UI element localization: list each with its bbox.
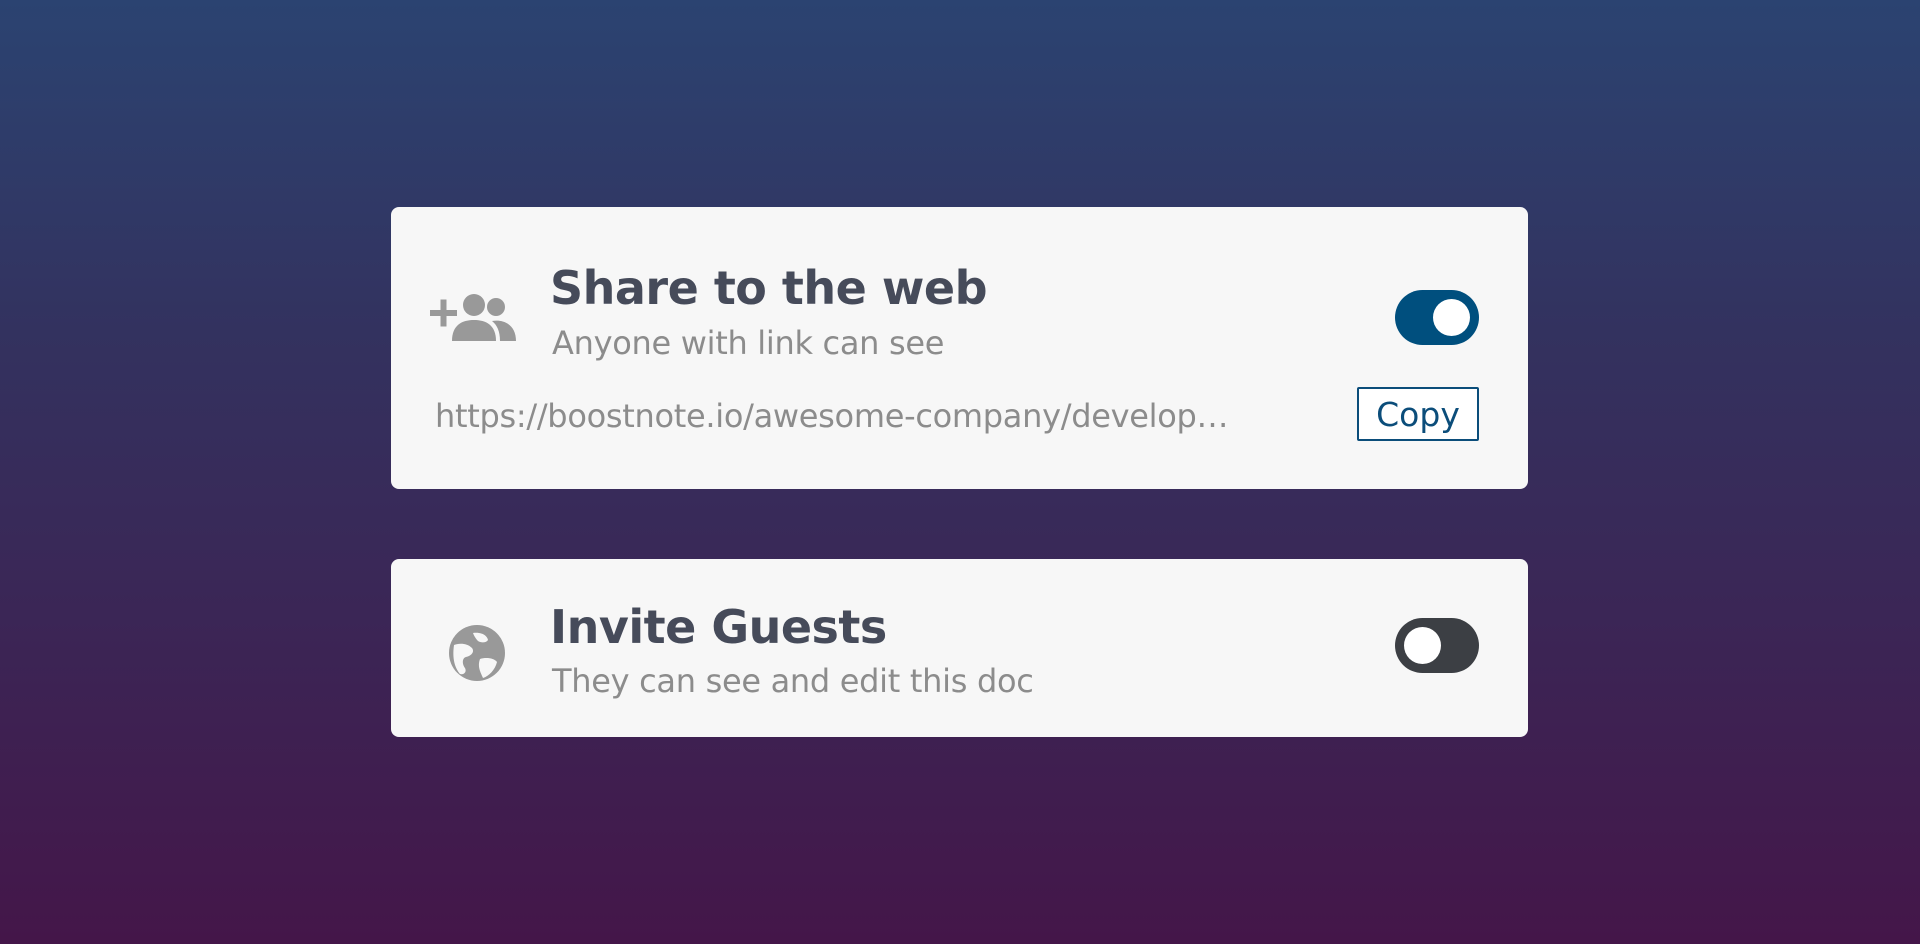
- share-toggle[interactable]: [1395, 290, 1479, 345]
- copy-link-button[interactable]: Copy: [1357, 387, 1479, 441]
- toggle-knob: [1404, 627, 1441, 664]
- share-to-web-card: Share to the web Anyone with link can se…: [391, 207, 1528, 489]
- toggle-knob: [1433, 299, 1470, 336]
- invite-guests-card: Invite Guests They can see and edit this…: [391, 559, 1528, 737]
- add-people-icon: [430, 291, 516, 345]
- guests-subtitle: They can see and edit this doc: [552, 662, 1034, 700]
- share-title: Share to the web: [550, 261, 988, 315]
- guests-title: Invite Guests: [550, 600, 887, 654]
- globe-icon: [447, 623, 507, 687]
- share-link-text: https://boostnote.io/awesome-company/dev…: [435, 397, 1235, 435]
- guests-toggle[interactable]: [1395, 618, 1479, 673]
- share-subtitle: Anyone with link can see: [552, 324, 945, 362]
